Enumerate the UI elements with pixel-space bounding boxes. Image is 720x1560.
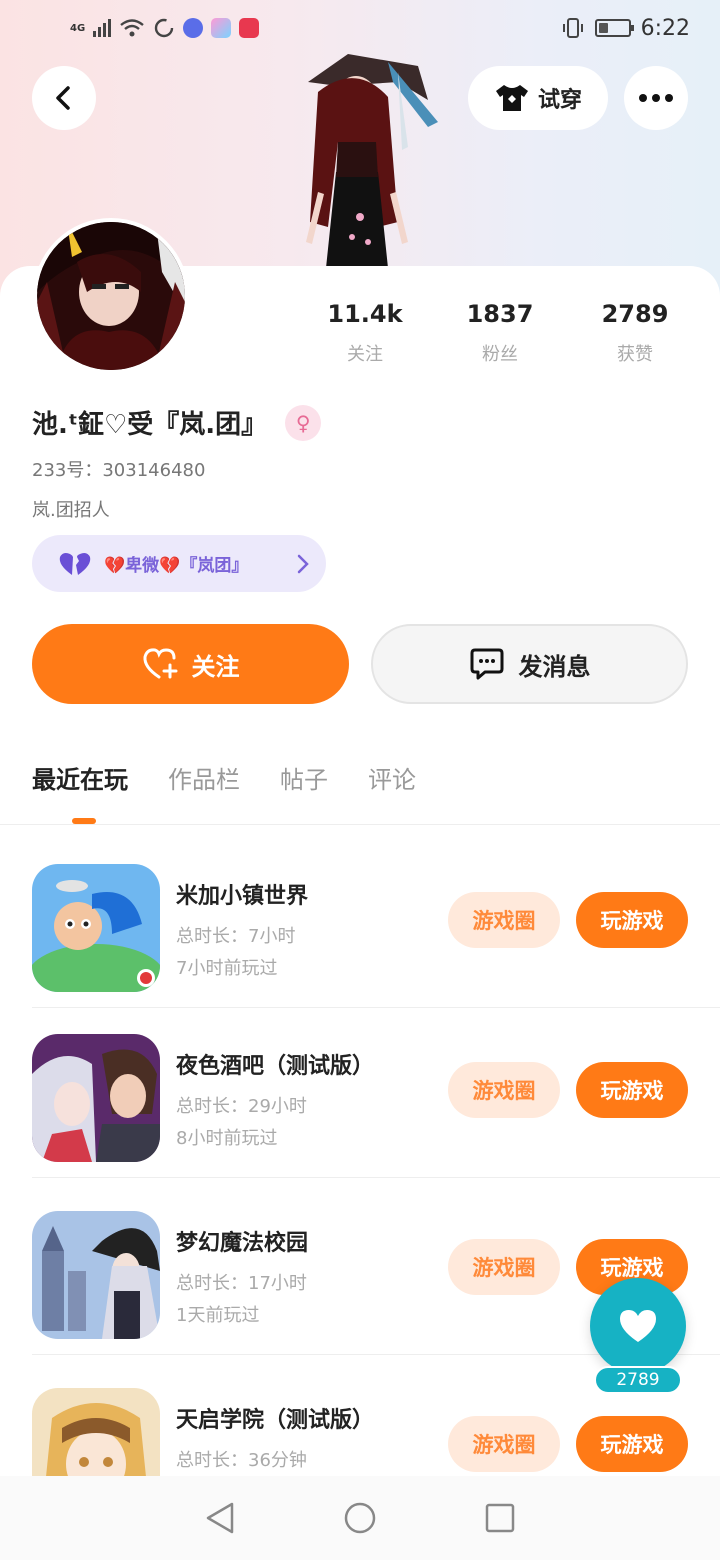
game-circle-button[interactable]: 游戏圈	[448, 1416, 560, 1472]
game-last-played: 7小时前玩过	[176, 958, 278, 979]
back-button[interactable]	[32, 66, 96, 130]
square-recents-icon	[485, 1503, 515, 1533]
triangle-back-icon	[206, 1502, 234, 1534]
game-thumbnail-image	[32, 1034, 160, 1162]
play-game-button[interactable]: 玩游戏	[576, 1062, 688, 1118]
female-icon: ♀	[285, 404, 322, 441]
like-count-badge: 2789	[594, 1366, 682, 1394]
status-bar: 4G 6:22	[0, 0, 720, 56]
message-button[interactable]: 发消息	[371, 624, 688, 704]
chevron-left-icon	[56, 86, 70, 110]
music-app-icon	[183, 18, 204, 38]
game-circle-button[interactable]: 游戏圈	[448, 1062, 560, 1118]
game-duration: 总时长：7小时	[176, 926, 296, 947]
game-row[interactable]: 夜色酒吧（测试版） 总时长：29小时 8小时前玩过 游戏圈 玩游戏	[32, 1008, 720, 1178]
purple-heart-icon	[59, 552, 91, 575]
stat-likes[interactable]: 2789 获赞	[570, 300, 700, 366]
clock: 6:22	[640, 15, 690, 41]
message-label: 发消息	[518, 652, 591, 681]
heart-plus-icon	[142, 648, 177, 679]
wifi-icon	[120, 19, 144, 37]
game-icon	[32, 864, 160, 992]
stat-label: 粉丝	[482, 344, 518, 365]
game-icon	[32, 1211, 160, 1339]
follow-label: 关注	[191, 652, 240, 681]
game-circle-button[interactable]: 游戏圈	[448, 1239, 560, 1295]
profile-uid[interactable]: 233号：303146480	[32, 456, 205, 482]
group-badge[interactable]: 💔卑微💔『岚团』	[32, 535, 326, 592]
battery-icon	[594, 19, 634, 37]
follow-button[interactable]: 关注	[32, 624, 349, 704]
nav-back-button[interactable]	[190, 1488, 250, 1548]
stat-value: 11.4k	[327, 300, 403, 328]
stat-label: 关注	[347, 344, 383, 365]
game-duration: 总时长：29小时	[176, 1096, 307, 1117]
profile-name-row: 池.ᵗ鉦♡受『岚.团』 ♀	[32, 404, 322, 441]
stat-followers[interactable]: 1837 粉丝	[435, 300, 565, 366]
game-thumbnail-image	[32, 864, 160, 992]
group-label: 💔卑微💔『岚团』	[104, 556, 249, 576]
game-name: 梦幻魔法校园	[176, 1231, 309, 1256]
game-duration: 总时长：17小时	[176, 1273, 307, 1294]
heart-icon	[620, 1310, 656, 1342]
game-circle-button[interactable]: 游戏圈	[448, 892, 560, 948]
stat-value: 1837	[466, 300, 534, 328]
tabs-divider	[0, 824, 720, 825]
more-dots-icon	[639, 94, 673, 102]
more-button[interactable]	[624, 66, 688, 130]
game-last-played: 8小时前玩过	[176, 1128, 278, 1149]
tab-recent-play[interactable]: 最近在玩	[32, 760, 128, 795]
profile-avatar[interactable]	[33, 218, 189, 374]
circle-home-icon	[344, 1502, 376, 1534]
try-on-label: 试穿	[537, 88, 582, 113]
avatar-figure-image	[306, 54, 438, 268]
game-icon	[32, 1034, 160, 1162]
game-name: 天启学院（测试版）	[176, 1408, 375, 1433]
chevron-right-icon	[297, 554, 309, 573]
tab-comments[interactable]: 评论	[368, 760, 416, 795]
stat-label: 获赞	[617, 344, 653, 365]
profile-name: 池.ᵗ鉦♡受『岚.团』	[32, 410, 268, 440]
game-duration: 总时长：36分钟	[176, 1450, 307, 1471]
profile-stats: 11.4k 关注 1837 粉丝 2789 获赞	[300, 300, 700, 366]
nav-recents-button[interactable]	[470, 1488, 530, 1548]
tab-works[interactable]: 作品栏	[168, 760, 240, 795]
play-game-button[interactable]: 玩游戏	[576, 892, 688, 948]
profile-bio: 岚.团招人	[32, 500, 110, 521]
game-row[interactable]: 米加小镇世界 总时长：7小时 7小时前玩过 游戏圈 玩游戏	[32, 838, 720, 1008]
game-name: 夜色酒吧（测试版）	[176, 1054, 375, 1079]
system-nav-bar	[0, 1476, 720, 1560]
network-type: 4G	[70, 22, 86, 34]
game-name: 米加小镇世界	[176, 884, 309, 909]
game-thumbnail-image	[32, 1211, 160, 1339]
red-app-icon	[239, 18, 260, 38]
sync-icon	[154, 18, 174, 38]
photo-app-icon	[211, 18, 232, 38]
chat-bubble-icon	[470, 648, 503, 680]
vibrate-icon	[562, 18, 583, 38]
signal-icon	[93, 19, 112, 37]
stat-following[interactable]: 11.4k 关注	[300, 300, 430, 366]
profile-tabs: 最近在玩 作品栏 帖子 评论	[32, 760, 416, 795]
game-last-played: 1天前玩过	[176, 1305, 260, 1326]
avatar-image	[37, 222, 185, 370]
play-game-button[interactable]: 玩游戏	[576, 1416, 688, 1472]
tshirt-icon	[495, 85, 528, 111]
try-on-button[interactable]: 试穿	[468, 66, 608, 130]
nav-home-button[interactable]	[330, 1488, 390, 1548]
row-divider	[32, 1177, 720, 1178]
like-fab-button[interactable]	[590, 1278, 686, 1374]
stat-value: 2789	[601, 300, 669, 328]
tab-posts[interactable]: 帖子	[280, 760, 328, 795]
